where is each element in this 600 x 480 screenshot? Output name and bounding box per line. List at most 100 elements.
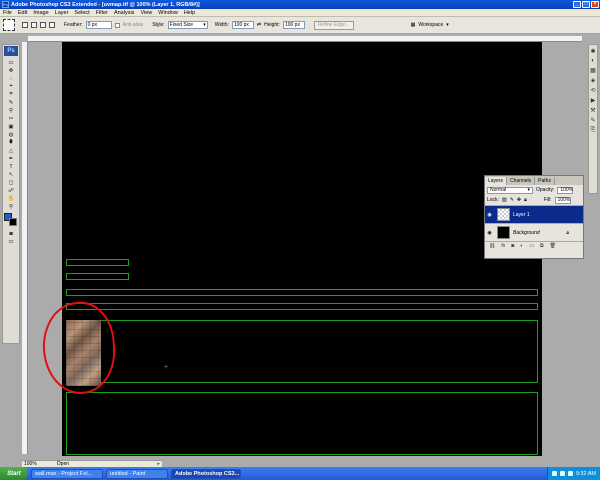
fx-icon[interactable]: fx	[501, 243, 505, 249]
opacity-input[interactable]: 100%	[557, 186, 574, 194]
brushes-icon[interactable]: ✎	[590, 117, 595, 124]
feather-label: Feather:	[64, 22, 83, 28]
layer-row[interactable]: ◉ Layer 1	[485, 205, 583, 223]
tool-icon[interactable]: ✎	[4, 99, 18, 106]
photoshop-icon: Ps	[2, 1, 9, 8]
lock-pixels-icon[interactable]: ✎	[510, 197, 514, 203]
antialias-checkbox[interactable]	[114, 22, 120, 28]
new-layer-icon[interactable]: ⧉	[540, 243, 544, 249]
chevron-down-icon: ▾	[203, 22, 206, 28]
uv-box	[66, 273, 129, 280]
menu-filter[interactable]: Filter	[96, 10, 108, 16]
refine-edge-button[interactable]: Refine Edge...	[313, 20, 354, 30]
blend-mode-select[interactable]: Normal ▾	[487, 186, 533, 194]
lock-transparency-icon[interactable]: ▨	[502, 197, 507, 203]
start-button[interactable]: Start	[0, 467, 28, 480]
menu-window[interactable]: Window	[158, 10, 178, 16]
style-select[interactable]: Fixed Size ▾	[167, 21, 208, 29]
clone-source-icon[interactable]: ⎘	[591, 127, 596, 134]
layer-thumbnail	[497, 208, 510, 221]
eye-icon[interactable]: ◉	[485, 230, 494, 236]
toolbox: Ps ▭ ✥ ◌ ⌖ ⌗ ✎ ⚲ ✂ ▣ ◍ ⬮ △ ✒ T ↖ ◻ ☍ ✋ ⚲ ◙ ▭	[2, 44, 20, 344]
intersect-selection-icon[interactable]	[49, 22, 55, 28]
quick-mask-icon[interactable]: ◙	[4, 230, 18, 237]
history-icon[interactable]: ⟲	[590, 87, 595, 94]
chevron-down-icon: ▾	[446, 22, 449, 28]
close-button[interactable]: ×	[591, 1, 599, 8]
document-status-bar: 100% Open ▸	[22, 460, 162, 467]
title-bar: Ps Adobe Photoshop CS3 Extended - [uvmap…	[0, 0, 600, 9]
menu-view[interactable]: View	[140, 10, 152, 16]
background-color-swatch[interactable]	[9, 218, 17, 226]
workspace-button[interactable]: ▦ Workspace ▾	[407, 20, 453, 30]
tool-icon[interactable]: ☍	[4, 187, 18, 194]
tool-icon[interactable]: ✥	[4, 67, 18, 74]
width-input[interactable]: 100 px	[231, 21, 254, 29]
tool-icon[interactable]: ◌	[4, 75, 18, 82]
tool-icon[interactable]: ⌗	[4, 91, 18, 98]
menu-select[interactable]: Select	[74, 10, 89, 16]
tool-icon[interactable]: △	[4, 147, 18, 154]
subtract-selection-icon[interactable]	[40, 22, 46, 28]
layers-panel: Layers Channels Paths Normal ▾ Opacity: 10…	[484, 175, 584, 259]
tab-paths[interactable]: Paths	[535, 177, 555, 185]
layer-row[interactable]: ◉ Background 🔒︎	[485, 223, 583, 241]
tray-icon[interactable]	[559, 471, 565, 476]
fill-input[interactable]: 100%	[554, 196, 571, 204]
menu-analysis[interactable]: Analysis	[114, 10, 134, 16]
menu-layer[interactable]: Layer	[55, 10, 69, 16]
styles-icon[interactable]: ◈	[591, 77, 596, 84]
menu-file[interactable]: File	[3, 10, 12, 16]
actions-icon[interactable]: ▶	[591, 97, 596, 104]
tool-icon[interactable]: ⚲	[4, 203, 18, 210]
marquee-tool-preset-icon[interactable]	[3, 19, 15, 31]
minimize-button[interactable]: _	[573, 1, 581, 8]
crosshair-cursor-icon: +	[164, 364, 169, 371]
tool-icon[interactable]: ◍	[4, 131, 18, 138]
tool-icon[interactable]: ◻	[4, 179, 18, 186]
tool-icon[interactable]: ✂	[4, 115, 18, 122]
folder-icon[interactable]: ▭	[529, 243, 534, 249]
color-panel-icon[interactable]: ◐	[591, 58, 595, 64]
tool-icon[interactable]: T	[4, 163, 18, 170]
lock-position-icon[interactable]: ✥	[517, 197, 521, 203]
taskbar-item[interactable]: wall.max - Project Fol...	[31, 468, 103, 479]
eye-icon[interactable]: ◉	[485, 212, 494, 218]
swatches-icon[interactable]: ▦	[590, 67, 596, 74]
screen-mode-icon[interactable]: ▭	[4, 238, 18, 245]
adjustment-icon[interactable]: ◐	[520, 243, 523, 249]
new-selection-icon[interactable]	[22, 22, 28, 28]
maximize-button[interactable]: □	[582, 1, 590, 8]
tool-icon[interactable]: ⬮	[4, 139, 18, 146]
tray-icon[interactable]	[551, 471, 557, 476]
tool-icon[interactable]: ✒	[4, 155, 18, 162]
tool-icon[interactable]: ↖	[4, 171, 18, 178]
tool-icon[interactable]: ✋	[4, 195, 18, 202]
swap-icon[interactable]: ⇄	[257, 22, 261, 28]
tray-icon[interactable]	[567, 471, 573, 476]
lock-all-icon[interactable]: 🔒︎	[524, 197, 527, 203]
tool-icon[interactable]: ▭	[4, 59, 18, 66]
tool-icon[interactable]: ▣	[4, 123, 18, 130]
trash-icon[interactable]: 🗑︎	[550, 243, 556, 249]
color-swatches[interactable]	[4, 213, 18, 227]
menu-image[interactable]: Image	[33, 10, 48, 16]
tab-channels[interactable]: Channels	[507, 177, 536, 185]
uv-box	[66, 392, 538, 455]
taskbar-item[interactable]: Adobe Photoshop CS3...	[171, 468, 241, 479]
menu-edit[interactable]: Edit	[18, 10, 27, 16]
tool-presets-icon[interactable]: ⚒	[590, 107, 595, 114]
feather-input[interactable]: 0 px	[85, 21, 112, 29]
window-title: Adobe Photoshop CS3 Extended - [uvmap.ti…	[11, 1, 200, 8]
menu-help[interactable]: Help	[184, 10, 195, 16]
uv-box	[66, 289, 538, 296]
tool-icon[interactable]: ⚲	[4, 107, 18, 114]
add-selection-icon[interactable]	[31, 22, 37, 28]
tool-icon[interactable]: ⌖	[4, 83, 18, 90]
taskbar-item[interactable]: untitled - Paint	[106, 468, 168, 479]
mask-icon[interactable]: ◙	[511, 243, 514, 249]
link-icon[interactable]: ⛓	[489, 243, 495, 249]
tab-layers[interactable]: Layers	[485, 177, 508, 185]
navigator-icon[interactable]: ✱	[590, 48, 595, 55]
height-input[interactable]: 100 px	[282, 21, 305, 29]
